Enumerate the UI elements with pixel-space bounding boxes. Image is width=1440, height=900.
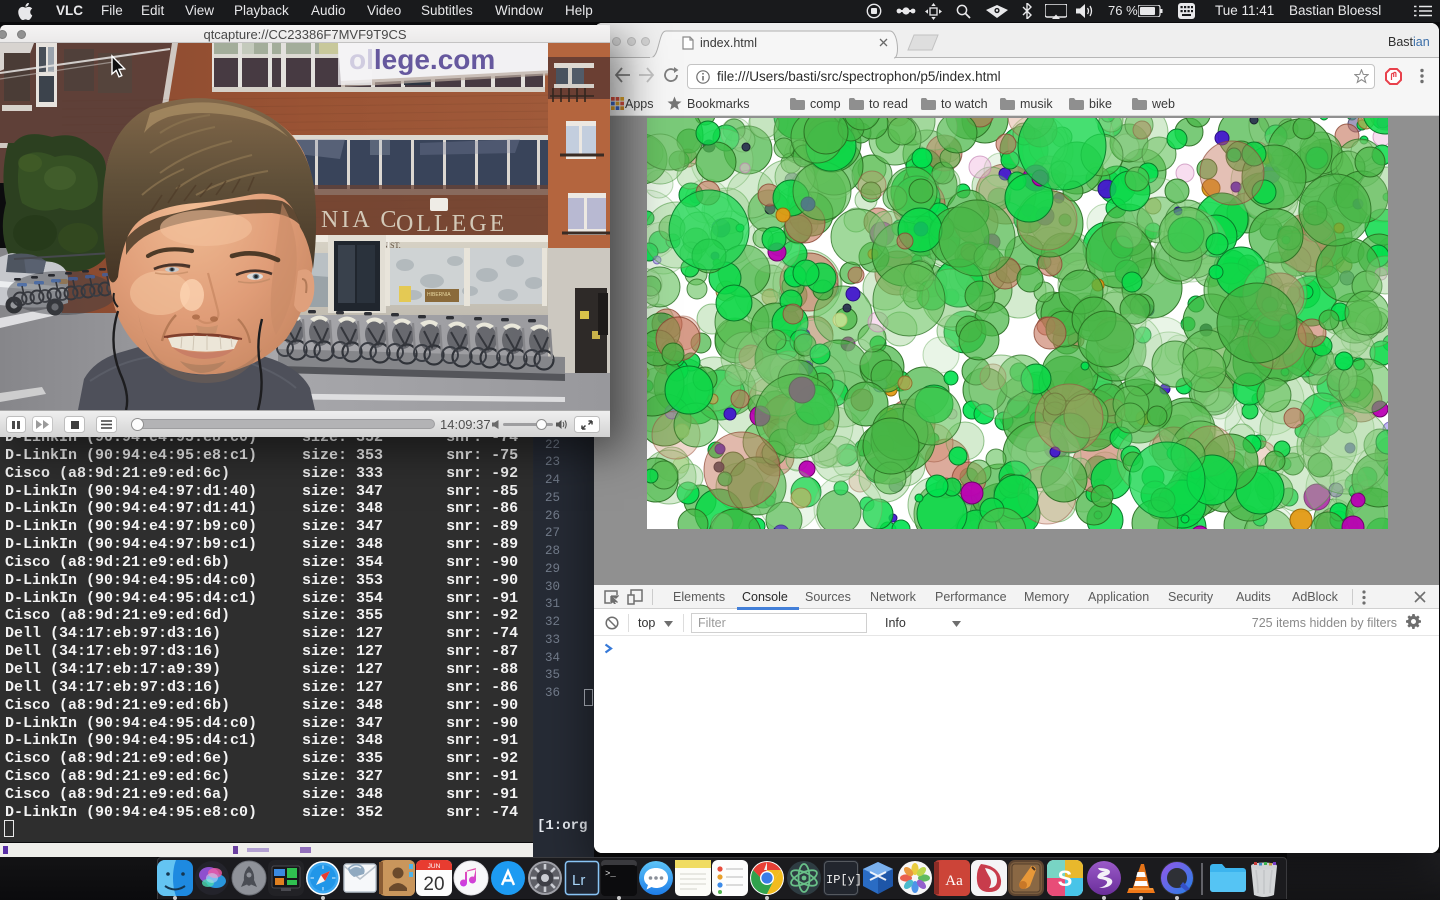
svg-text:>_: >_ (605, 869, 616, 879)
svg-text:Aa: Aa (945, 873, 963, 889)
svg-text:S: S (1058, 866, 1073, 891)
svg-text:IP[y]:: IP[y]: (826, 873, 869, 887)
svg-text:JUN: JUN (428, 863, 441, 870)
svg-text:Lr: Lr (572, 872, 585, 889)
svg-text:20: 20 (423, 874, 444, 895)
svg-text:HIBERNIA: HIBERNIA (427, 292, 451, 298)
svg-text:NIA C: NIA C (321, 207, 399, 233)
svg-text:OLLEGE: OLLEGE (396, 211, 507, 237)
